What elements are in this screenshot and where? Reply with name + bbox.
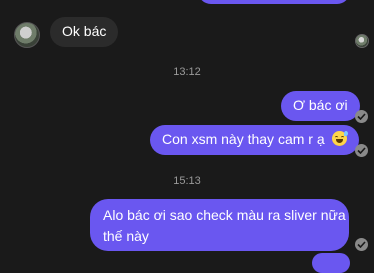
message-bubble-partial[interactable] [198, 0, 350, 4]
timestamp: 13:12 [173, 66, 201, 78]
chat-thread: Ok bác 13:12 Ơ bác ơi Con xsm này thay c… [0, 0, 374, 273]
message-text-line: thế này [103, 228, 149, 244]
sweat-smile-emoji-icon [331, 131, 348, 146]
message-bubble-outgoing[interactable]: Ơ bác ơi [281, 91, 360, 121]
message-text: Con xsm này thay cam r ạ [162, 131, 325, 147]
seen-avatar [355, 34, 369, 48]
timestamp: 15:13 [173, 175, 201, 187]
message-bubble-partial[interactable] [312, 253, 350, 273]
message-bubble-outgoing[interactable]: Con xsm này thay cam r ạ [150, 125, 359, 155]
read-receipt-check-icon [355, 110, 368, 123]
contact-avatar[interactable] [14, 22, 40, 48]
read-receipt-check-icon [355, 238, 368, 251]
message-text: Ơ bác ơi [293, 97, 348, 113]
message-bubble-incoming[interactable]: Ok bác [50, 17, 119, 47]
message-text: Ok bác [62, 23, 107, 39]
message-text-line: Alo bác ơi sao check màu ra sliver nữa [103, 207, 346, 223]
message-bubble-outgoing[interactable]: Alo bác ơi sao check màu ra sliver nữa t… [90, 199, 349, 251]
read-receipt-check-icon [355, 144, 368, 157]
